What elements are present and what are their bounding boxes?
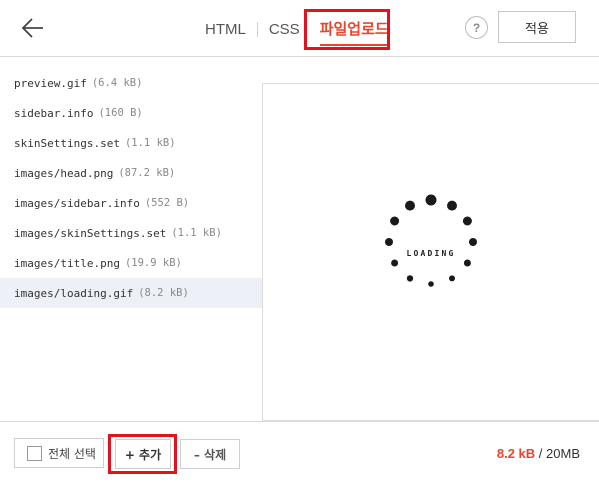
- file-size: (8.2 kB): [138, 287, 189, 299]
- file-name: images/skinSettings.set: [14, 226, 167, 240]
- arrow-left-icon: [21, 18, 43, 38]
- spinner-dot: [447, 200, 457, 211]
- spinner-dot: [405, 200, 415, 211]
- spinner-dot: [462, 216, 472, 226]
- file-list-item[interactable]: preview.gif (6.4 kB): [0, 68, 262, 98]
- tab-css[interactable]: CSS: [269, 21, 300, 38]
- editor-tabs: HTML CSS 파일업로드: [205, 16, 389, 46]
- file-list-item[interactable]: images/head.png (87.2 kB): [0, 158, 262, 188]
- file-size: (19.9 kB): [124, 257, 182, 269]
- spinner-dot: [390, 216, 400, 226]
- file-size: (6.4 kB): [91, 77, 143, 89]
- delete-button[interactable]: – 삭제: [180, 439, 240, 469]
- file-list-item[interactable]: images/loading.gif (8.2 kB): [0, 278, 262, 308]
- spinner-dot: [463, 259, 471, 267]
- spinner-dot: [406, 275, 414, 282]
- file-name: images/title.png: [14, 256, 120, 270]
- file-name: preview.gif: [14, 76, 87, 90]
- spinner-dot: [428, 281, 434, 287]
- file-size: (1.1 kB): [124, 137, 176, 149]
- file-list-item[interactable]: images/sidebar.info (552 B): [0, 188, 262, 218]
- select-all-label: 전체 선택: [48, 446, 96, 461]
- apply-button[interactable]: 적용: [498, 11, 576, 43]
- tab-divider: [256, 21, 258, 37]
- file-list-item[interactable]: images/title.png (19.9 kB): [0, 248, 262, 278]
- tab-html[interactable]: HTML: [205, 21, 246, 38]
- file-name: images/head.png: [14, 166, 114, 180]
- file-name: skinSettings.set: [14, 136, 120, 150]
- file-size: (1.1 kB): [171, 227, 222, 239]
- usage-used: 8.2 kB: [496, 446, 536, 461]
- spinner-dot: [425, 194, 437, 206]
- back-button[interactable]: [20, 15, 46, 41]
- file-list-item[interactable]: sidebar.info (160 B): [0, 98, 262, 128]
- file-list: preview.gif (6.4 kB) sidebar.info (160 B) sk…: [0, 68, 262, 308]
- loading-spinner-image: LOADING: [385, 194, 477, 287]
- spinner-dot: [469, 238, 477, 246]
- header-bar: HTML CSS 파일업로드 ? 적용: [0, 0, 599, 57]
- tab-file-upload[interactable]: 파일업로드: [319, 18, 389, 46]
- spinner-dot: [449, 275, 455, 282]
- spinner-dot: [385, 238, 393, 246]
- usage-total: 20MB: [546, 446, 580, 461]
- usage-separator: /: [535, 446, 547, 461]
- add-button[interactable]: + 추가: [115, 439, 171, 469]
- file-size: (160 B): [98, 107, 143, 119]
- spinner-dot: [391, 259, 399, 267]
- select-all-button[interactable]: 전체 선택: [14, 438, 104, 468]
- file-list-item[interactable]: skinSettings.set (1.1 kB): [0, 128, 262, 158]
- file-preview: LOADING: [262, 83, 599, 421]
- file-list-item[interactable]: images/skinSettings.set (1.1 kB): [0, 218, 262, 248]
- help-button[interactable]: ?: [465, 16, 488, 39]
- storage-usage: 8.2 kB / 20MB: [497, 446, 580, 461]
- file-size: (552 B): [144, 197, 190, 209]
- footer-bar: 전체 선택 + 추가 – 삭제 8.2 kB / 20MB: [0, 421, 599, 482]
- file-size: (87.2 kB): [118, 167, 176, 179]
- file-name: sidebar.info: [14, 106, 94, 120]
- loading-text: LOADING: [406, 249, 455, 258]
- file-name: images/sidebar.info: [14, 196, 140, 210]
- checkbox[interactable]: [27, 445, 42, 461]
- file-name: images/loading.gif: [14, 286, 134, 300]
